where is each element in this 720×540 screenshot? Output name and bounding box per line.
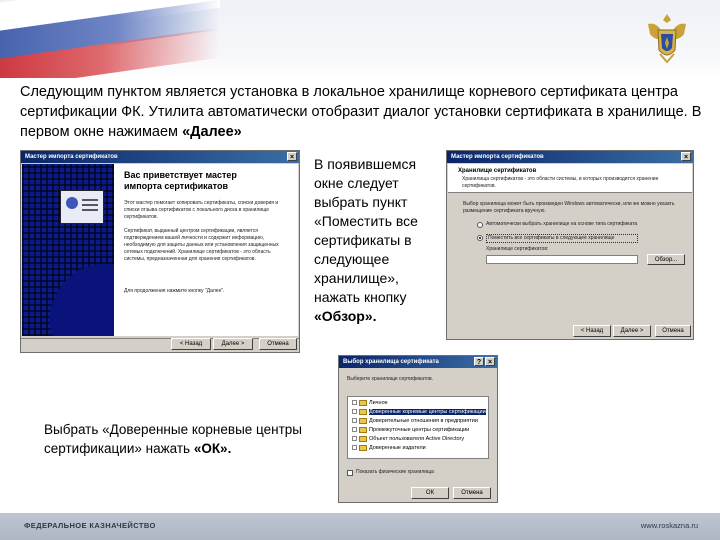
footer-website: www.roskazna.ru bbox=[640, 521, 698, 530]
wizard1-separator bbox=[21, 338, 299, 339]
store-path-field[interactable] bbox=[486, 255, 638, 264]
expand-icon bbox=[352, 409, 357, 415]
radio-manual-store[interactable] bbox=[477, 235, 483, 241]
dialog3-title: Выбор хранилища сертификата bbox=[343, 359, 439, 365]
emblem-icon bbox=[648, 14, 686, 64]
headline-text: Следующим пунктом является установка в л… bbox=[20, 84, 702, 140]
wizard1-welcome-title: Вас приветствует мастер импорта сертифик… bbox=[124, 170, 237, 191]
folder-icon bbox=[359, 417, 367, 424]
expand-icon bbox=[352, 436, 357, 442]
store-item-selected[interactable]: Доверенные корневые центры сертификации bbox=[352, 408, 486, 417]
wizard2-section-desc: Хранилища сертификатов - это области сис… bbox=[462, 176, 659, 189]
wizard1-para3: Для продолжения нажмите кнопку "Далее". bbox=[124, 288, 225, 294]
expand-icon bbox=[352, 418, 357, 424]
store-item[interactable]: Объект пользователя Active Directory bbox=[352, 435, 464, 444]
store-item-label: Доверительные отношения в предприятии bbox=[369, 418, 478, 424]
folder-icon bbox=[359, 426, 367, 433]
select-store-dialog: Выбор хранилища сертификата ? × Выберите… bbox=[338, 355, 498, 503]
footer-bar: ФЕДЕРАЛЬНОЕ КАЗНАЧЕЙСТВО www.roskazna.ru bbox=[0, 513, 720, 540]
dialog3-titlebar: Выбор хранилища сертификата ? × bbox=[339, 356, 497, 368]
import-wizard-store-window: Мастер импорта сертификатов × Хранилище … bbox=[446, 150, 694, 340]
expand-icon bbox=[352, 445, 357, 451]
wizard1-titlebar: Мастер импорта сертификатов × bbox=[21, 151, 299, 163]
show-physical-label: Показать физические хранилища bbox=[356, 469, 434, 475]
dialog3-prompt: Выберите хранилище сертификатов. bbox=[347, 376, 434, 382]
dialog3-cancel-button[interactable]: Отмена bbox=[453, 487, 491, 499]
wizard2-instruction: Выбор хранилища может быть произведен Wi… bbox=[463, 201, 675, 214]
store-item-label: Личное bbox=[369, 400, 388, 406]
ok-button[interactable]: ОК bbox=[411, 487, 449, 499]
expand-icon bbox=[352, 427, 357, 433]
wizard2-section-title: Хранилище сертификатов bbox=[458, 168, 537, 174]
store-item-label: Промежуточные центры сертификации bbox=[369, 427, 470, 433]
expand-icon bbox=[352, 400, 357, 406]
wizard1-panel: Вас приветствует мастер импорта сертифик… bbox=[22, 164, 298, 336]
wizard2-back-button[interactable]: < Назад bbox=[573, 325, 611, 337]
wizard2-cancel-button[interactable]: Отмена bbox=[655, 325, 691, 337]
header-banner bbox=[0, 0, 720, 78]
certificate-icon bbox=[60, 190, 104, 224]
dialog3-close-button[interactable]: × bbox=[485, 357, 495, 366]
folder-icon bbox=[359, 408, 367, 415]
radio-manual-store-label: Поместить все сертификаты в следующее хр… bbox=[486, 234, 638, 243]
store-item[interactable]: Доверительные отношения в предприятии bbox=[352, 417, 478, 426]
folder-icon bbox=[359, 399, 367, 406]
radio-auto-store[interactable] bbox=[477, 222, 483, 228]
show-physical-checkbox[interactable] bbox=[347, 470, 353, 476]
wizard2-next-button[interactable]: Далее > bbox=[613, 325, 651, 337]
folder-icon bbox=[359, 444, 367, 451]
store-tree: Личное Доверенные корневые центры сертиф… bbox=[347, 396, 489, 459]
store-item[interactable]: Личное bbox=[352, 399, 388, 408]
wizard2-title: Мастер импорта сертификатов bbox=[451, 154, 544, 160]
store-item[interactable]: Доверенные издатели bbox=[352, 444, 426, 453]
wizard1-close-button[interactable]: × bbox=[287, 152, 297, 161]
wizard2-close-button[interactable]: × bbox=[681, 152, 691, 161]
wizard1-cancel-button[interactable]: Отмена bbox=[259, 338, 297, 350]
dialog3-help-button[interactable]: ? bbox=[474, 357, 484, 366]
browse-button[interactable]: Обзор... bbox=[647, 254, 685, 265]
wizard1-title: Мастер импорта сертификатов bbox=[25, 154, 118, 160]
bottom-instruction-text: Выбрать «Доверенные корневые центры серт… bbox=[44, 422, 302, 456]
wizard1-next-button[interactable]: Далее > bbox=[213, 338, 253, 350]
side-instruction-text: В появившемся окне следует выбрать пункт… bbox=[314, 156, 418, 324]
store-field-label: Хранилище сертификатов: bbox=[486, 246, 549, 252]
wizard2-header: Хранилище сертификатов Хранилища сертифи… bbox=[448, 164, 692, 193]
import-wizard-welcome-window: Мастер импорта сертификатов × Вас привет… bbox=[20, 150, 300, 353]
footer-org-name: ФЕДЕРАЛЬНОЕ КАЗНАЧЕЙСТВО bbox=[24, 521, 156, 530]
store-item-label: Доверенные издатели bbox=[369, 445, 426, 451]
wizard1-para2: Сертификат, выданный центром сертификаци… bbox=[124, 228, 279, 262]
store-item-label: Объект пользователя Active Directory bbox=[369, 436, 465, 442]
wizard1-para1: Этот мастер помогает копировать сертифик… bbox=[124, 200, 279, 220]
store-item[interactable]: Промежуточные центры сертификации bbox=[352, 426, 469, 435]
store-item-label: Доверенные корневые центры сертификации bbox=[369, 409, 486, 415]
wizard1-back-button[interactable]: < Назад bbox=[171, 338, 211, 350]
folder-icon bbox=[359, 435, 367, 442]
radio-auto-store-label: Автоматически выбрать хранилище на основ… bbox=[486, 221, 638, 227]
wizard1-side-banner bbox=[22, 164, 114, 336]
wizard2-titlebar: Мастер импорта сертификатов × bbox=[447, 151, 693, 163]
